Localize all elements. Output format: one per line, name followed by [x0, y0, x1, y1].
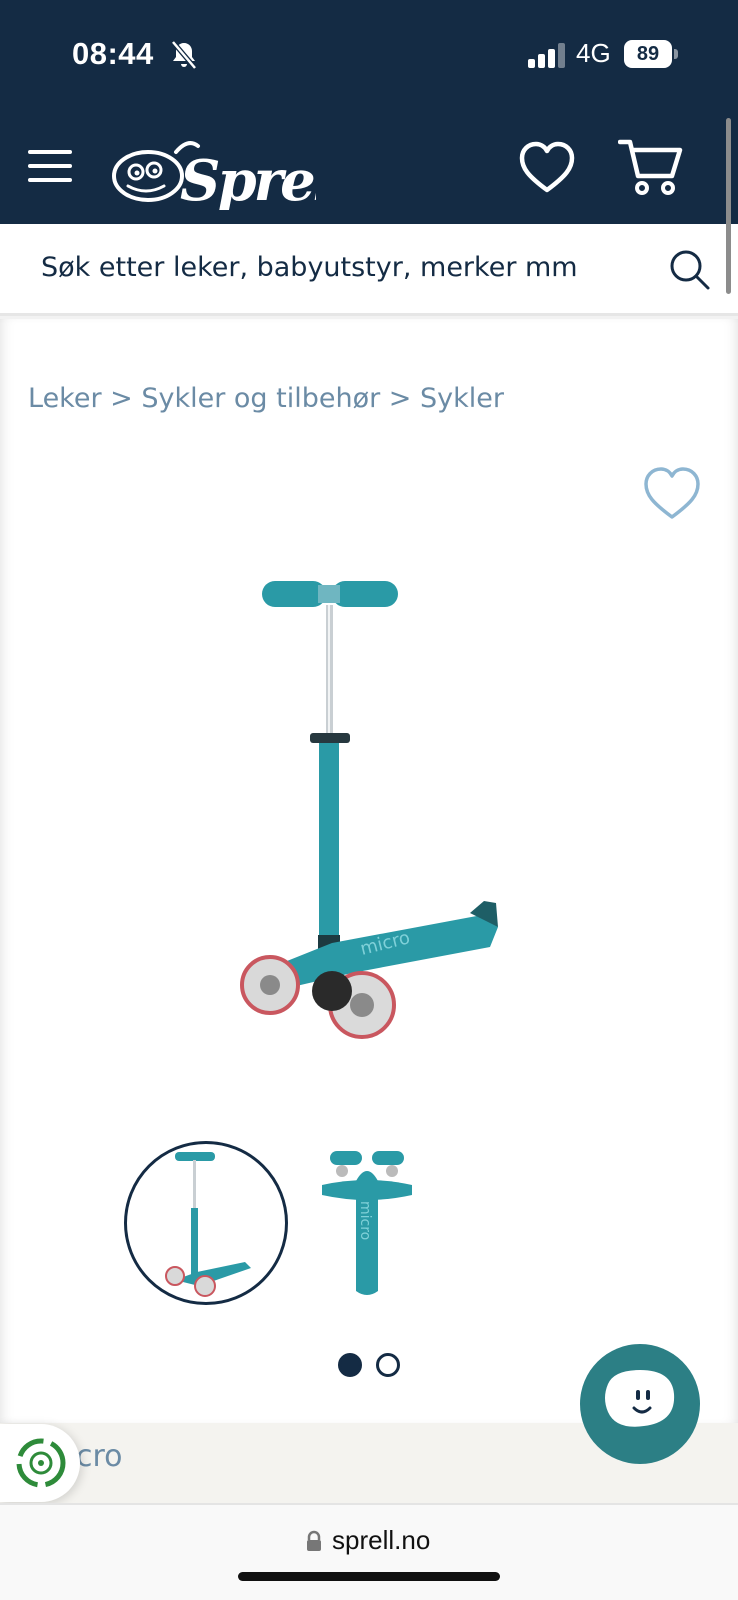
- gallery-pagination: [338, 1353, 402, 1379]
- product-content: Leker > Sykler og tilbehør > Sykler micr…: [0, 319, 738, 1423]
- recycle-icon: [16, 1438, 66, 1488]
- url-text[interactable]: sprell.no: [332, 1525, 430, 1556]
- network-type: 4G: [576, 38, 611, 68]
- thumbnail-1[interactable]: [124, 1141, 288, 1305]
- chat-face-icon: [605, 1370, 675, 1427]
- battery-tip: [674, 49, 678, 59]
- status-bar: 08:44 4G 89: [0, 0, 738, 110]
- svg-text:Sprell: Sprell: [180, 148, 316, 210]
- home-indicator: [238, 1572, 500, 1581]
- signal-icon: [528, 42, 568, 68]
- eco-badge[interactable]: [0, 1424, 80, 1502]
- menu-button[interactable]: [28, 148, 74, 184]
- pagination-dot-1[interactable]: [338, 1353, 362, 1377]
- product-favorite-heart-icon[interactable]: [642, 465, 702, 521]
- bell-muted-icon: [171, 40, 197, 70]
- search-bar[interactable]: Søk etter leker, babyutstyr, merker mm: [0, 224, 738, 316]
- wishlist-heart-icon[interactable]: [518, 140, 576, 194]
- svg-text:micro: micro: [357, 1201, 373, 1240]
- breadcrumb[interactable]: Leker > Sykler og tilbehør > Sykler: [28, 383, 504, 414]
- thumbnail-2[interactable]: micro: [312, 1141, 422, 1305]
- battery-icon: 89: [624, 40, 672, 68]
- scrollbar[interactable]: [726, 118, 731, 294]
- lock-icon: [307, 1530, 321, 1551]
- browser-url-bar[interactable]: sprell.no: [0, 1503, 738, 1600]
- brand-name-partial[interactable]: cro: [76, 1439, 123, 1474]
- site-header: Sprell: [0, 110, 738, 224]
- chat-button[interactable]: [580, 1344, 700, 1464]
- status-time: 08:44: [72, 36, 154, 71]
- product-image-scooter[interactable]: micro: [232, 575, 522, 1065]
- search-input[interactable]: Søk etter leker, babyutstyr, merker mm: [41, 252, 578, 283]
- search-icon[interactable]: [668, 248, 712, 292]
- cart-icon[interactable]: [618, 136, 684, 198]
- thumbnail-scooter-side: [165, 1152, 251, 1297]
- sprell-logo[interactable]: Sprell: [110, 130, 316, 210]
- pagination-dot-2[interactable]: [376, 1353, 400, 1377]
